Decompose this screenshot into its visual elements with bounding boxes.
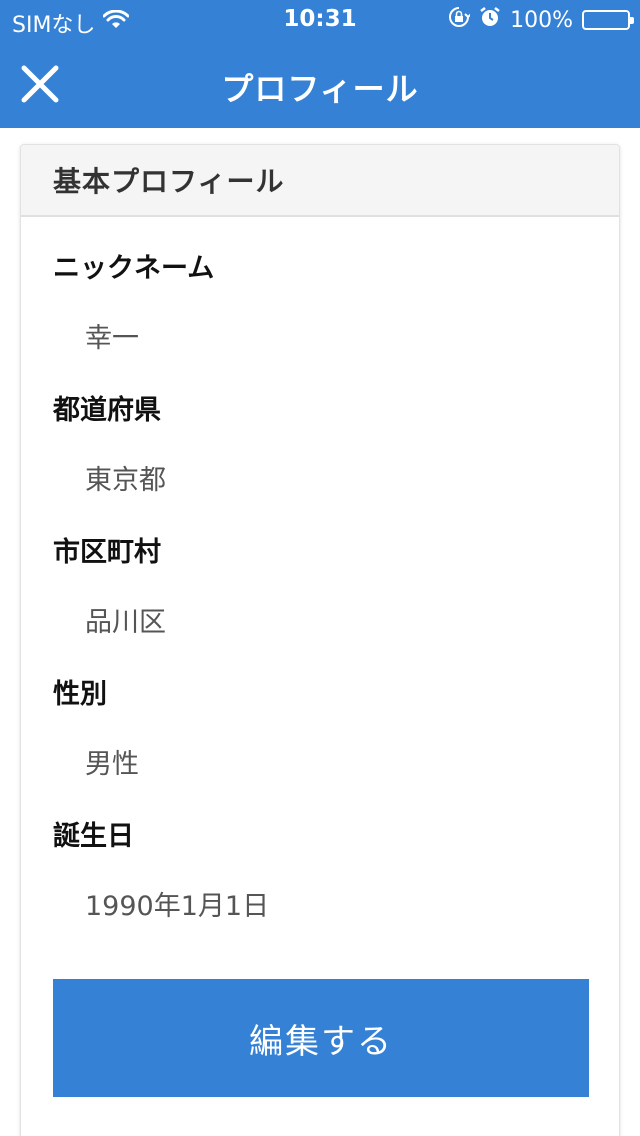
field-prefecture: 都道府県 東京都 — [53, 393, 587, 535]
nav-bar: プロフィール — [0, 40, 640, 128]
field-birthday: 誕生日 1990年1月1日 — [53, 819, 587, 961]
field-label: 誕生日 — [53, 821, 134, 852]
field-label: 都道府県 — [53, 395, 161, 426]
field-value: 1990年1月1日 — [85, 891, 270, 922]
card-header: 基本プロフィール — [21, 145, 619, 217]
field-label: ニックネーム — [53, 253, 215, 284]
field-value: 幸一 — [85, 323, 139, 354]
field-nickname: ニックネーム 幸一 — [53, 251, 587, 393]
card-header-title: 基本プロフィール — [53, 165, 285, 198]
card-body: ニックネーム 幸一 都道府県 東京都 市区町村 品川区 性別 男性 誕生日 19… — [21, 217, 619, 961]
field-city: 市区町村 品川区 — [53, 535, 587, 677]
field-gender: 性別 男性 — [53, 677, 587, 819]
field-value: 東京都 — [85, 465, 166, 496]
field-value: 男性 — [85, 749, 139, 780]
page-title: プロフィール — [221, 70, 419, 108]
battery-icon — [582, 10, 634, 30]
orientation-lock-icon — [448, 6, 472, 34]
status-bar: SIMなし 10:31 100% — [0, 0, 640, 40]
profile-card: 基本プロフィール ニックネーム 幸一 都道府県 東京都 市区町村 品川区 性別 … — [20, 144, 620, 1136]
field-label: 性別 — [53, 679, 107, 710]
field-label: 市区町村 — [53, 537, 161, 568]
top-bar: SIMなし 10:31 100% プロフィール — [0, 0, 640, 128]
edit-button[interactable]: 編集する — [53, 979, 589, 1097]
battery-percent: 100% — [510, 7, 573, 33]
field-value: 品川区 — [85, 607, 166, 638]
alarm-icon — [479, 6, 501, 34]
status-right: 100% — [448, 6, 634, 34]
profile-screen: SIMなし 10:31 100% プロフィール 基本プロフィール ニックネーム … — [0, 0, 640, 1136]
